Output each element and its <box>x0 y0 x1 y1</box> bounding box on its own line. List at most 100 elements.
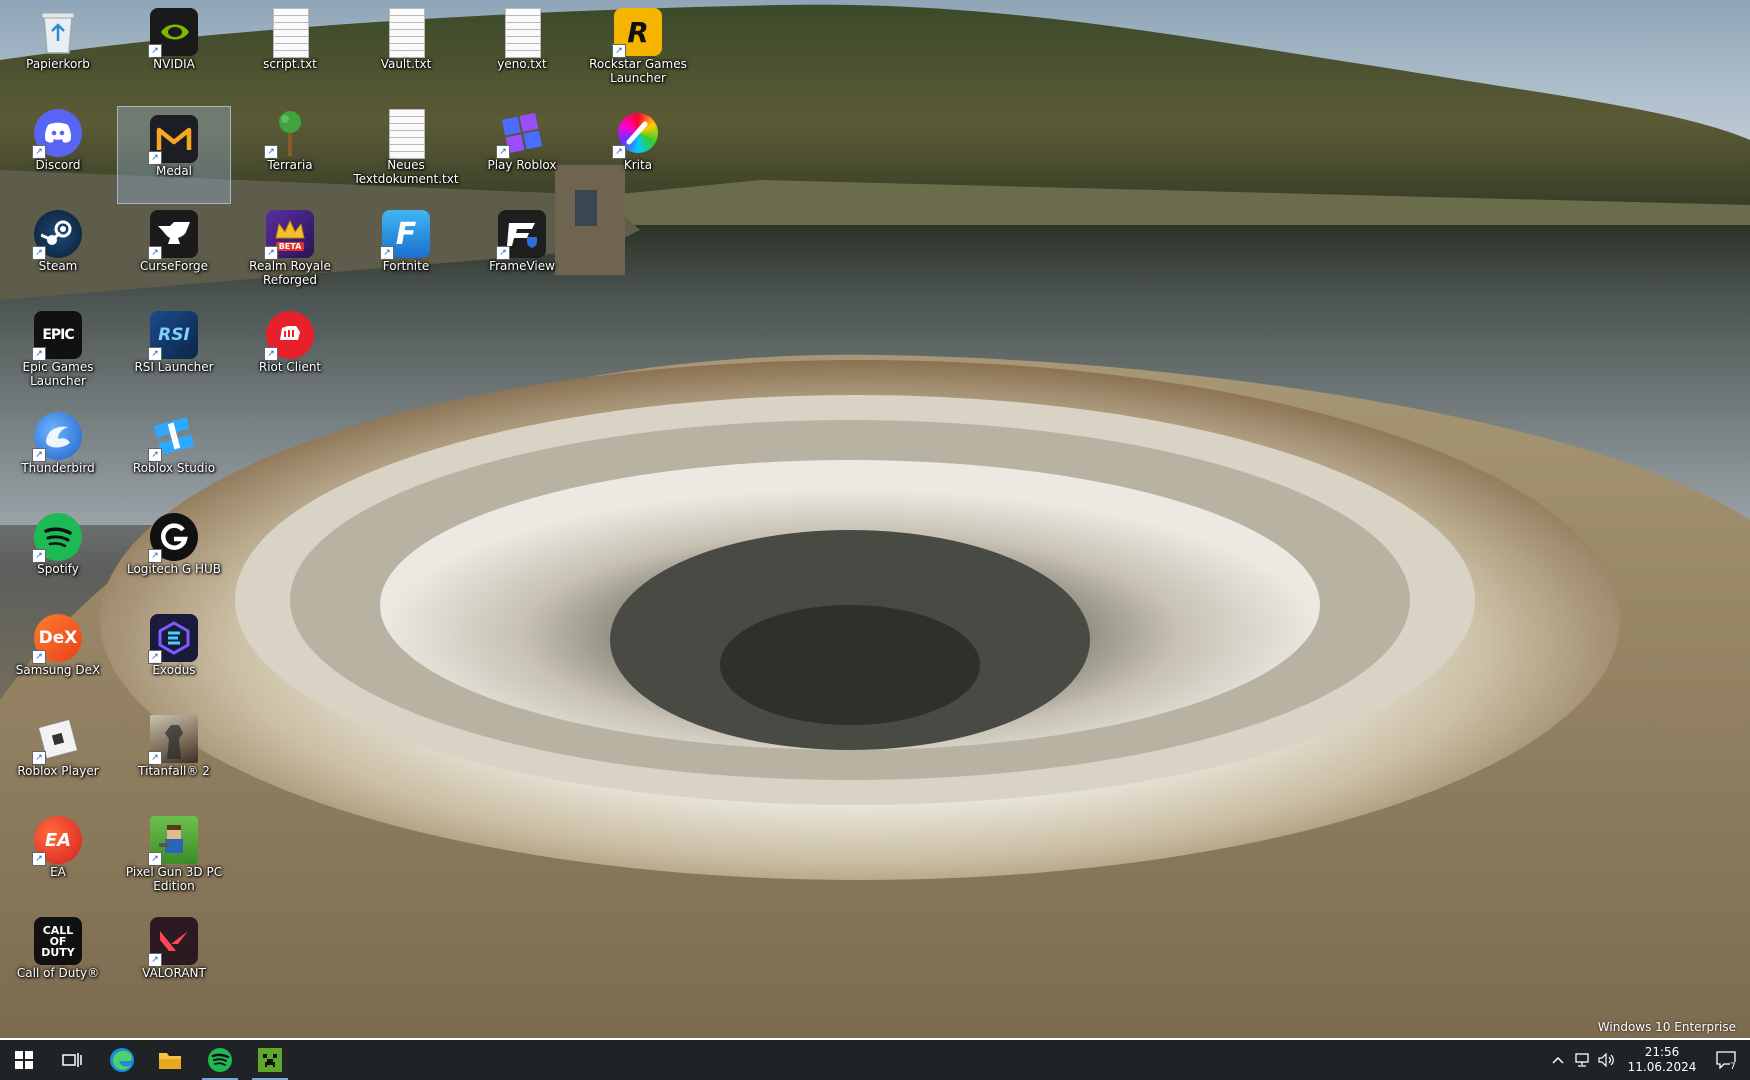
desktop[interactable]: Papierkorb ↗ NVIDIA script.txt Vault.txt… <box>0 0 1750 1038</box>
desktop-icon-steam[interactable]: ↗ Steam <box>2 202 114 298</box>
shortcut-arrow-icon: ↗ <box>32 549 46 563</box>
shortcut-arrow-icon: ↗ <box>264 347 278 361</box>
desktop-icon-rsi-launcher[interactable]: RSI ↗ RSI Launcher <box>118 303 230 399</box>
desktop-icon-pixel-gun-3d[interactable]: ↗ Pixel Gun 3D PC Edition <box>118 808 230 904</box>
start-button[interactable] <box>0 1040 48 1080</box>
shortcut-arrow-icon: ↗ <box>148 44 162 58</box>
volume-button[interactable] <box>1594 1040 1618 1080</box>
icon-label: Pixel Gun 3D PC Edition <box>125 865 223 893</box>
minecraft-icon <box>258 1048 282 1072</box>
chevron-up-icon <box>1552 1056 1564 1064</box>
text-file-icon <box>505 8 541 58</box>
icon-label: Papierkorb <box>26 57 90 71</box>
icon-label: NVIDIA <box>153 57 195 71</box>
desktop-icon-krita[interactable]: ↗ Krita <box>582 101 694 197</box>
icon-label: script.txt <box>263 57 317 71</box>
desktop-icon-medal[interactable]: ↗ Medal <box>117 106 231 204</box>
minecraft-taskbar-button[interactable] <box>246 1040 294 1080</box>
shortcut-arrow-icon: ↗ <box>32 347 46 361</box>
desktop-icon-titanfall-2[interactable]: ↗ Titanfall® 2 <box>118 707 230 803</box>
shortcut-arrow-icon: ↗ <box>148 151 162 165</box>
desktop-icon-fortnite[interactable]: F ↗ Fortnite <box>350 202 462 298</box>
shortcut-arrow-icon: ↗ <box>612 44 626 58</box>
task-view-button[interactable] <box>48 1040 96 1080</box>
file-explorer-taskbar-button[interactable] <box>146 1040 194 1080</box>
desktop-icon-call-of-duty[interactable]: CALL OF DUTY Call of Duty® <box>2 909 114 1005</box>
icon-label: Terraria <box>267 158 313 172</box>
desktop-icon-curseforge[interactable]: ↗ CurseForge <box>118 202 230 298</box>
shortcut-arrow-icon: ↗ <box>32 448 46 462</box>
desktop-icon-ea[interactable]: EA ↗ EA <box>2 808 114 904</box>
desktop-icon-frameview[interactable]: ↗ FrameView <box>466 202 578 298</box>
desktop-icon-script-txt[interactable]: script.txt <box>234 0 346 96</box>
call-of-duty-icon: CALL OF DUTY <box>34 917 82 965</box>
notification-count-badge: 7 <box>1730 1062 1736 1072</box>
desktop-icon-realm-royale[interactable]: BETA ↗ Realm Royale Reforged <box>234 202 346 298</box>
icon-label: Logitech G HUB <box>126 562 222 576</box>
icon-label: Fortnite <box>382 259 430 273</box>
shortcut-arrow-icon: ↗ <box>32 145 46 159</box>
icon-label: CurseForge <box>139 259 209 273</box>
desktop-icon-nvidia[interactable]: ↗ NVIDIA <box>118 0 230 96</box>
desktop-icon-terraria[interactable]: ↗ Terraria <box>234 101 346 197</box>
shortcut-arrow-icon: ↗ <box>32 650 46 664</box>
icon-label: EA <box>50 865 66 879</box>
desktop-icon-logitech-ghub[interactable]: ↗ Logitech G HUB <box>118 505 230 601</box>
desktop-icon-papierkorb[interactable]: Papierkorb <box>2 0 114 96</box>
shortcut-arrow-icon: ↗ <box>148 852 162 866</box>
icon-label: Exodus <box>152 663 196 677</box>
text-file-icon <box>389 109 425 159</box>
shortcut-arrow-icon: ↗ <box>148 246 162 260</box>
icon-label: Spotify <box>37 562 79 576</box>
icon-label: Steam <box>38 259 78 273</box>
icon-label: Realm Royale Reforged <box>249 259 331 287</box>
folder-icon <box>159 1053 181 1069</box>
icon-label: Krita <box>623 158 653 172</box>
shortcut-arrow-icon: ↗ <box>496 246 510 260</box>
icon-label: Roblox Studio <box>132 461 216 475</box>
desktop-icon-roblox-studio[interactable]: ↗ Roblox Studio <box>118 404 230 500</box>
spotify-taskbar-button[interactable] <box>196 1040 244 1080</box>
shortcut-arrow-icon: ↗ <box>612 145 626 159</box>
desktop-icon-roblox-player[interactable]: ↗ Roblox Player <box>2 707 114 803</box>
icon-label: Epic Games Launcher <box>22 360 94 388</box>
edge-icon <box>110 1048 134 1072</box>
desktop-icon-samsung-dex[interactable]: DeX ↗ Samsung DeX <box>2 606 114 702</box>
clock-time: 21:56 <box>1644 1045 1680 1059</box>
recycle-bin-icon <box>34 8 82 56</box>
clock-date: 11.06.2024 <box>1627 1060 1697 1074</box>
icon-label: Rockstar Games Launcher <box>589 57 687 85</box>
icon-label: Play Roblox <box>487 158 557 172</box>
shortcut-arrow-icon: ↗ <box>32 751 46 765</box>
shortcut-arrow-icon: ↗ <box>32 852 46 866</box>
desktop-icon-riot-client[interactable]: ↗ Riot Client <box>234 303 346 399</box>
desktop-icon-spotify[interactable]: ↗ Spotify <box>2 505 114 601</box>
desktop-icon-yeno-txt[interactable]: yeno.txt <box>466 0 578 96</box>
desktop-icon-valorant[interactable]: ↗ VALORANT <box>118 909 230 1005</box>
desktop-icon-thunderbird[interactable]: ↗ Thunderbird <box>2 404 114 500</box>
shortcut-arrow-icon: ↗ <box>496 145 510 159</box>
shortcut-arrow-icon: ↗ <box>380 246 394 260</box>
icon-label: Riot Client <box>258 360 322 374</box>
icon-label: Call of Duty® <box>16 966 100 980</box>
clock-button[interactable]: 21:56 11.06.2024 <box>1624 1040 1700 1080</box>
desktop-icon-discord[interactable]: ↗ Discord <box>2 101 114 197</box>
network-button[interactable] <box>1570 1040 1594 1080</box>
desktop-icon-exodus[interactable]: ↗ Exodus <box>118 606 230 702</box>
spotify-icon <box>208 1048 232 1072</box>
desktop-icon-vault-txt[interactable]: Vault.txt <box>350 0 462 96</box>
icon-label: Thunderbird <box>21 461 95 475</box>
desktop-icon-rockstar[interactable]: R ↗ Rockstar Games Launcher <box>582 0 694 96</box>
icon-label: Neues Textdokument.txt <box>353 158 459 186</box>
desktop-icon-neues-textdokument[interactable]: Neues Textdokument.txt <box>350 101 462 197</box>
beta-badge: BETA <box>275 241 305 251</box>
tray-overflow-button[interactable] <box>1546 1040 1570 1080</box>
speaker-icon <box>1598 1053 1614 1067</box>
shortcut-arrow-icon: ↗ <box>148 549 162 563</box>
desktop-icon-play-roblox[interactable]: ↗ Play Roblox <box>466 101 578 197</box>
taskbar: 21:56 11.06.2024 7 <box>0 1040 1750 1080</box>
edge-taskbar-button[interactable] <box>98 1040 146 1080</box>
action-center-button[interactable]: 7 <box>1706 1040 1746 1080</box>
icon-label: Titanfall® 2 <box>138 764 210 778</box>
desktop-icon-epic-games[interactable]: EPIC ↗ Epic Games Launcher <box>2 303 114 399</box>
